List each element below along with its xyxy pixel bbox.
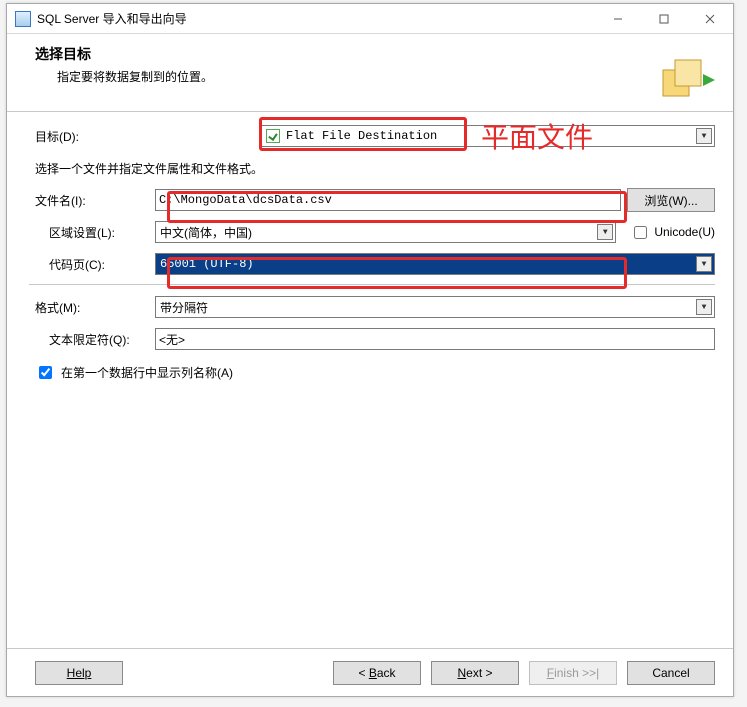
wizard-icon xyxy=(659,52,715,104)
first-row-checkbox[interactable] xyxy=(39,366,52,379)
label-format: 格式(M): xyxy=(35,299,155,316)
finish-button: Finish >>| xyxy=(529,661,617,685)
text-qualifier-input[interactable] xyxy=(155,328,715,350)
unicode-label: Unicode(U) xyxy=(654,225,715,239)
wizard-header: 选择目标 指定要将数据复制到的位置。 xyxy=(7,34,733,112)
wizard-footer: Help < Back Next > Finish >>| Cancel xyxy=(7,648,733,696)
destination-combobox[interactable]: Flat File Destination xyxy=(261,125,715,147)
label-destination: 目标(D): xyxy=(35,128,155,145)
label-text-qualifier: 文本限定符(Q): xyxy=(35,331,155,348)
page-title: 选择目标 xyxy=(35,44,715,64)
codepage-combobox[interactable]: 65001 (UTF-8) xyxy=(155,253,715,275)
label-choose-file: 选择一个文件并指定文件属性和文件格式。 xyxy=(35,160,263,177)
chevron-down-icon xyxy=(696,299,712,315)
flat-file-icon xyxy=(266,129,280,143)
row-filename: 文件名(I): 浏览(W)... xyxy=(35,188,715,212)
help-button[interactable]: Help xyxy=(35,661,123,685)
wizard-body: 目标(D): Flat File Destination 选择一个文件并指定文件… xyxy=(7,112,733,648)
first-row-label: 在第一个数据行中显示列名称(A) xyxy=(61,364,233,381)
row-format: 格式(M): 带分隔符 xyxy=(35,295,715,319)
unicode-checkbox-wrap[interactable]: Unicode(U) xyxy=(630,223,715,242)
row-codepage: 代码页(C): 65001 (UTF-8) xyxy=(35,252,715,276)
chevron-down-icon xyxy=(597,224,613,240)
close-button[interactable] xyxy=(687,4,733,33)
browse-button[interactable]: 浏览(W)... xyxy=(627,188,715,212)
label-codepage: 代码页(C): xyxy=(35,256,155,273)
page-subtitle: 指定要将数据复制到的位置。 xyxy=(57,68,715,85)
wizard-window: SQL Server 导入和导出向导 选择目标 指定要将数据复制到的位置。 xyxy=(6,3,734,697)
row-text-qualifier: 文本限定符(Q): xyxy=(35,327,715,351)
label-filename: 文件名(I): xyxy=(35,192,155,209)
row-destination: 目标(D): Flat File Destination xyxy=(35,124,715,148)
back-button[interactable]: < Back xyxy=(333,661,421,685)
chevron-down-icon xyxy=(696,128,712,144)
format-value: 带分隔符 xyxy=(160,299,208,316)
format-combobox[interactable]: 带分隔符 xyxy=(155,296,715,318)
filename-input[interactable] xyxy=(155,189,621,211)
locale-combobox[interactable]: 中文(简体，中国) xyxy=(155,221,616,243)
chevron-down-icon xyxy=(696,256,712,272)
locale-value: 中文(简体，中国) xyxy=(160,224,252,241)
separator xyxy=(29,284,715,285)
maximize-button[interactable] xyxy=(641,4,687,33)
codepage-value: 65001 (UTF-8) xyxy=(160,257,254,271)
next-button[interactable]: Next > xyxy=(431,661,519,685)
minimize-button[interactable] xyxy=(595,4,641,33)
titlebar: SQL Server 导入和导出向导 xyxy=(7,4,733,34)
row-locale: 区域设置(L): 中文(简体，中国) Unicode(U) xyxy=(35,220,715,244)
app-icon xyxy=(15,11,31,27)
cancel-button[interactable]: Cancel xyxy=(627,661,715,685)
unicode-checkbox[interactable] xyxy=(634,226,647,239)
label-locale: 区域设置(L): xyxy=(35,224,155,241)
destination-value: Flat File Destination xyxy=(286,129,437,143)
row-first-row: 在第一个数据行中显示列名称(A) xyxy=(35,359,715,383)
window-title: SQL Server 导入和导出向导 xyxy=(37,10,595,27)
